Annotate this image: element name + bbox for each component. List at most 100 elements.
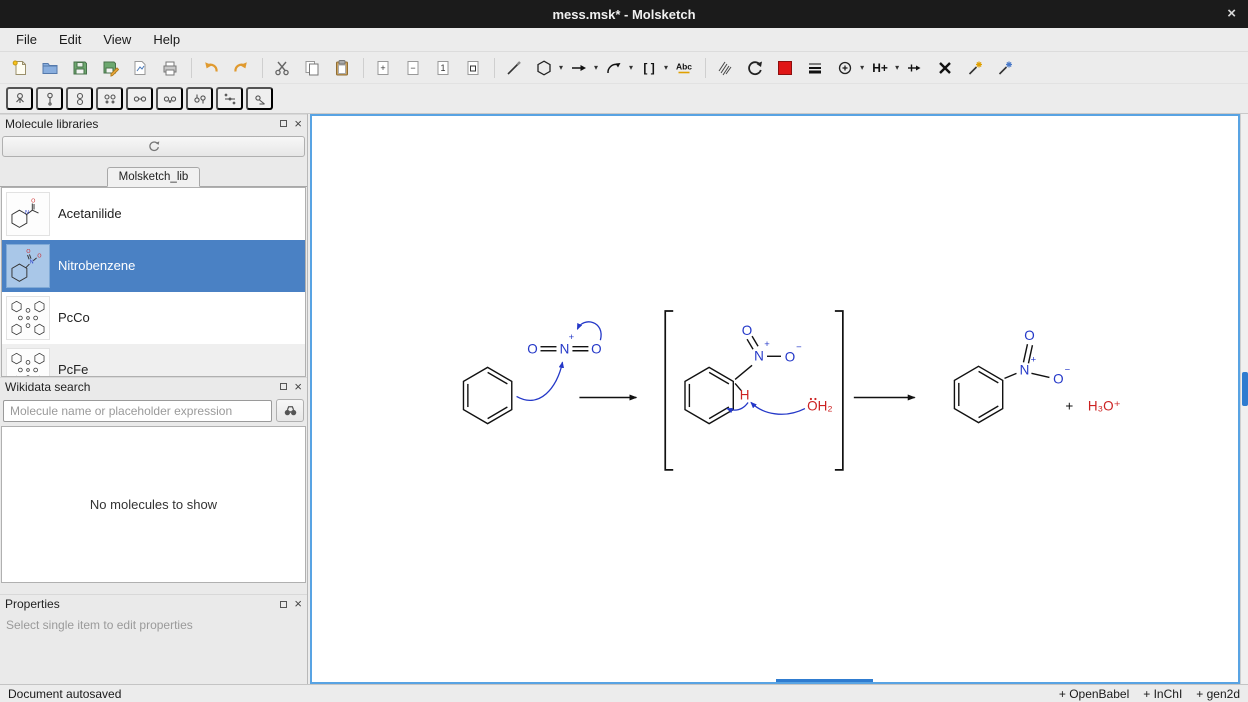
product-minus-charge[interactable]: − <box>1065 364 1071 375</box>
library-item-pcfe[interactable]: PcFe <box>2 344 305 377</box>
zoom-in-button[interactable]: + <box>369 55 397 81</box>
undo-button[interactable] <box>197 55 225 81</box>
library-item-nitrobenzene[interactable]: NOONitrobenzene <box>2 240 305 292</box>
intermediate-hydrogen[interactable]: H <box>740 387 750 402</box>
charge-tool-dropdown-arrow-icon[interactable]: ▾ <box>860 63 864 72</box>
water-label[interactable]: OH₂ <box>807 399 832 414</box>
modify-tool-7-button[interactable] <box>186 87 213 110</box>
menu-edit[interactable]: Edit <box>51 30 89 49</box>
text-tool-button[interactable]: Abc <box>670 55 698 81</box>
intermediate-minus-charge[interactable]: − <box>796 342 802 353</box>
modify-tool-4-button[interactable] <box>96 87 123 110</box>
connect-tool-button[interactable] <box>901 55 929 81</box>
nitronium-plus-charge[interactable]: + <box>569 332 575 343</box>
dock-splitter[interactable] <box>0 584 307 594</box>
wikidata-close-button[interactable]: × <box>294 381 302 393</box>
intermediate-plus-charge[interactable]: + <box>764 339 770 350</box>
refresh-library-button[interactable] <box>2 136 305 157</box>
product-oxygen-right[interactable]: O <box>1053 371 1063 386</box>
modify-tool-9-button[interactable] <box>246 87 273 110</box>
zoom-out-button[interactable]: − <box>399 55 427 81</box>
menu-view[interactable]: View <box>95 30 139 49</box>
clean-structure-tool-button[interactable] <box>961 55 989 81</box>
nitronium-oxygen-left[interactable]: O <box>527 341 537 356</box>
modify-tool-3-button[interactable] <box>66 87 93 110</box>
product-nitrogen[interactable]: N <box>1020 362 1030 377</box>
plus-sign[interactable]: + <box>1065 399 1073 414</box>
libraries-undock-button[interactable] <box>280 120 287 127</box>
wikidata-search-button[interactable] <box>276 399 304 422</box>
bracket-left[interactable] <box>665 311 673 470</box>
properties-close-button[interactable]: × <box>294 598 302 610</box>
hydronium-label[interactable]: H₃O⁺ <box>1088 399 1121 414</box>
mechanism-arrow-water-to-hydrogen[interactable] <box>751 403 805 415</box>
wikidata-undock-button[interactable] <box>280 383 287 390</box>
redo-button[interactable] <box>227 55 255 81</box>
paste-button[interactable] <box>328 55 356 81</box>
nitronium-nitrogen[interactable]: N <box>560 341 570 356</box>
hydrogen-tool-dropdown-arrow-icon[interactable]: ▾ <box>895 63 899 72</box>
reaction-scene[interactable]: O N + O <box>312 116 1238 682</box>
modify-tool-2-button[interactable] <box>36 87 63 110</box>
svg-text:1: 1 <box>440 63 445 73</box>
modify-tool-5-button[interactable] <box>126 87 153 110</box>
product-plus-charge[interactable]: + <box>1031 354 1037 365</box>
ring-tool-dropdown-arrow-icon[interactable]: ▾ <box>559 63 563 72</box>
mechanism-arrow-tool-button[interactable] <box>600 55 628 81</box>
color-button-button[interactable] <box>771 55 799 81</box>
modify-tool-6-button[interactable] <box>156 87 183 110</box>
save-as-button[interactable] <box>96 55 124 81</box>
ring-tool-button[interactable] <box>530 55 558 81</box>
vertical-scrollbar[interactable] <box>1240 114 1248 684</box>
bracket-tool-dropdown-arrow-icon[interactable]: ▾ <box>664 63 668 72</box>
drawing-canvas[interactable]: O N + O <box>310 114 1240 684</box>
copy-button[interactable] <box>298 55 326 81</box>
cut-button[interactable] <box>268 55 296 81</box>
intermediate-nitrogen[interactable]: N <box>754 348 764 363</box>
reaction-arrow-tool-button[interactable] <box>565 55 593 81</box>
delete-tool-button[interactable] <box>931 55 959 81</box>
bracket-right[interactable] <box>835 311 843 470</box>
open-document-button[interactable] <box>36 55 64 81</box>
lasso-tool-button[interactable] <box>711 55 739 81</box>
reactant-benzene-ring[interactable] <box>463 367 511 423</box>
rotate-tool-button[interactable] <box>741 55 769 81</box>
print-document-button[interactable] <box>156 55 184 81</box>
zoom-original-button[interactable]: 1 <box>429 55 457 81</box>
library-item-pcco[interactable]: PcCo <box>2 292 305 344</box>
paste-icon <box>333 59 351 77</box>
draw-tool-button[interactable] <box>500 55 528 81</box>
new-document-button[interactable] <box>6 55 34 81</box>
nitronium-oxygen-right[interactable]: O <box>591 341 601 356</box>
modify-tool-8-button[interactable] <box>216 87 243 110</box>
line-width-button-button[interactable] <box>801 55 829 81</box>
modify-tool-1-button[interactable] <box>6 87 33 110</box>
save-document-button[interactable] <box>66 55 94 81</box>
vertical-scrollbar-thumb[interactable] <box>1242 372 1248 406</box>
properties-undock-button[interactable] <box>280 601 287 608</box>
menu-help[interactable]: Help <box>145 30 188 49</box>
menu-file[interactable]: File <box>8 30 45 49</box>
wikidata-search-input[interactable] <box>3 400 272 422</box>
bracket-tool-button[interactable]: [ ] <box>635 55 663 81</box>
zoom-fit-button[interactable] <box>459 55 487 81</box>
mechanism-arrow-ch-to-ring[interactable] <box>727 403 748 411</box>
horizontal-scrollbar-thumb[interactable] <box>776 679 873 682</box>
library-item-acetanilide[interactable]: ONAcetanilide <box>2 188 305 240</box>
intermediate-benzene-ring[interactable] <box>685 367 733 423</box>
intermediate-oxygen-right[interactable]: O <box>785 349 795 364</box>
intermediate-oxygen-top[interactable]: O <box>742 323 752 338</box>
optimize-structure-tool-button[interactable] <box>991 55 1019 81</box>
mechanism-arrow-benzene-to-nitronium[interactable] <box>517 362 563 400</box>
product-benzene-ring[interactable] <box>954 366 1002 422</box>
product-oxygen-top[interactable]: O <box>1024 328 1034 343</box>
charge-tool-button[interactable] <box>831 55 859 81</box>
libraries-close-button[interactable]: × <box>294 118 302 130</box>
export-image-button[interactable] <box>126 55 154 81</box>
mechanism-arrow-nitronium-internal[interactable] <box>577 322 601 340</box>
tab-molsketch-lib[interactable]: Molsketch_lib <box>107 167 201 187</box>
hydrogen-tool-button[interactable]: H+ <box>866 55 894 81</box>
reaction-arrow-tool-dropdown-arrow-icon[interactable]: ▾ <box>594 63 598 72</box>
mechanism-arrow-tool-dropdown-arrow-icon[interactable]: ▾ <box>629 63 633 72</box>
window-close-button[interactable]: × <box>1227 4 1236 24</box>
